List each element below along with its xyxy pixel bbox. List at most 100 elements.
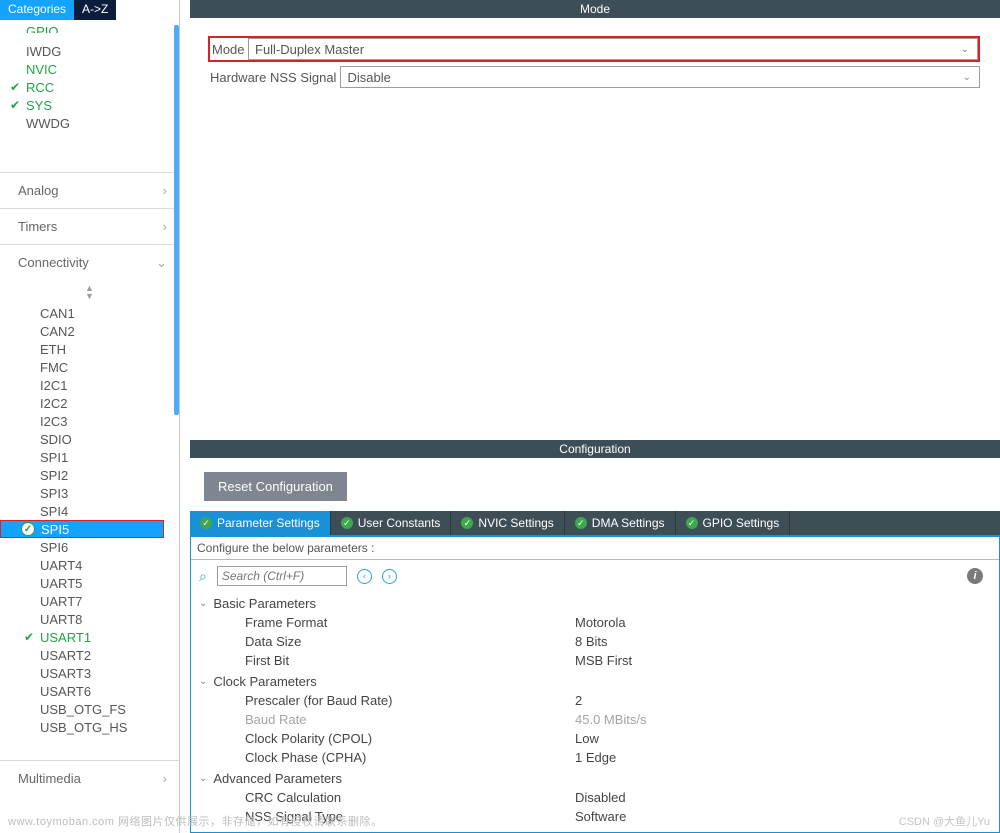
param-name: Baud Rate <box>245 712 575 727</box>
footer-left: www.toymoban.com 网络图片仅供展示，非存储，如有侵权请联系删除。 <box>8 813 382 829</box>
config-tabs: ✓Parameter Settings ✓ User Constants ✓NVIC … <box>190 511 1000 535</box>
param-group-header[interactable]: ⌄Advanced Parameters <box>199 769 991 788</box>
sort-icon[interactable]: ▲▼ <box>0 280 179 304</box>
param-group-name: Advanced Parameters <box>213 771 342 786</box>
tab-az[interactable]: A->Z <box>74 0 116 20</box>
chevron-right-icon: › <box>163 183 167 198</box>
section-connectivity[interactable]: Connectivity ⌄ <box>0 244 179 280</box>
chevron-down-icon: ⌄ <box>156 255 167 271</box>
sidebar-item-iwdg[interactable]: IWDG <box>26 42 179 60</box>
param-row[interactable]: Frame FormatMotorola <box>199 613 991 632</box>
config-tab-label: User Constants <box>358 516 441 530</box>
tab-categories[interactable]: Categories <box>0 0 74 20</box>
sidebar-item-spi2[interactable]: SPI2 <box>40 466 179 484</box>
sidebar-item-usart1[interactable]: ✔USART1 <box>40 628 179 646</box>
param-row[interactable]: Data Size8 Bits <box>199 632 991 651</box>
section-timers-label: Timers <box>18 219 57 234</box>
sidebar-item-uart4[interactable]: UART4 <box>40 556 179 574</box>
sidebar-item-label: NVIC <box>26 62 57 77</box>
sidebar-item-label: SPI2 <box>40 468 68 483</box>
info-icon[interactable]: i <box>967 568 983 584</box>
config-tab-nvic-settings[interactable]: ✓NVIC Settings <box>451 511 564 535</box>
reset-configuration-button[interactable]: Reset Configuration <box>204 472 347 501</box>
chevron-down-icon: ⌄ <box>963 72 971 83</box>
config-tab-user-constants[interactable]: ✓ User Constants <box>331 511 452 535</box>
sidebar-item-label: I2C1 <box>40 378 67 393</box>
search-next-button[interactable]: › <box>382 569 397 584</box>
chevron-right-icon: › <box>163 219 167 234</box>
sidebar-item-i2c2[interactable]: I2C2 <box>40 394 179 412</box>
param-row[interactable]: CRC CalculationDisabled <box>199 788 991 807</box>
param-name: First Bit <box>245 653 575 668</box>
sidebar-item-label: CAN2 <box>40 324 75 339</box>
sidebar-item-spi6[interactable]: SPI6 <box>40 538 179 556</box>
sidebar-item-i2c1[interactable]: I2C1 <box>40 376 179 394</box>
sidebar-item-usart2[interactable]: USART2 <box>40 646 179 664</box>
sidebar-item-can2[interactable]: CAN2 <box>40 322 179 340</box>
config-header: Configuration <box>190 440 1000 458</box>
sidebar-item-wwdg[interactable]: WWDG <box>26 114 179 132</box>
section-analog[interactable]: Analog › <box>0 172 179 208</box>
sidebar-item-uart5[interactable]: UART5 <box>40 574 179 592</box>
param-group-header[interactable]: ⌄ Basic Parameters <box>199 594 991 613</box>
section-multimedia[interactable]: Multimedia › <box>0 760 179 796</box>
param-name: Prescaler (for Baud Rate) <box>245 693 575 708</box>
sidebar-item-usb_otg_fs[interactable]: USB_OTG_FS <box>40 700 179 718</box>
footer-right: CSDN @大鱼儿Yu <box>899 813 990 829</box>
sidebar-item-sdio[interactable]: SDIO <box>40 430 179 448</box>
sidebar-scrollbar[interactable] <box>174 25 179 833</box>
sidebar-item-gpio[interactable]: GPIO <box>26 24 179 42</box>
sidebar-item-label: SDIO <box>40 432 72 447</box>
sidebar-item-label: RCC <box>26 80 54 95</box>
param-group-header[interactable]: ⌄Clock Parameters <box>199 672 991 691</box>
sidebar-item-spi4[interactable]: SPI4 <box>40 502 179 520</box>
sidebar-item-rcc[interactable]: ✔RCC <box>26 78 179 96</box>
nss-select[interactable]: Disable ⌄ <box>340 66 980 88</box>
param-group-name: Basic Parameters <box>213 596 316 611</box>
search-input[interactable] <box>217 566 347 586</box>
param-row[interactable]: Clock Phase (CPHA)1 Edge <box>199 748 991 767</box>
sidebar-item-fmc[interactable]: FMC <box>40 358 179 376</box>
mode-body: Mode Full-Duplex Master ⌄ Hardware NSS S… <box>190 18 1000 96</box>
param-row[interactable]: Clock Polarity (CPOL)Low <box>199 729 991 748</box>
sidebar-item-label: UART4 <box>40 558 82 573</box>
sidebar-item-label: I2C3 <box>40 414 67 429</box>
param-row[interactable]: First BitMSB First <box>199 651 991 670</box>
search-prev-button[interactable]: ‹ <box>357 569 372 584</box>
sidebar-item-sys[interactable]: ✔SYS <box>26 96 179 114</box>
check-circle-icon: ✓ <box>686 517 698 529</box>
sidebar-item-uart7[interactable]: UART7 <box>40 592 179 610</box>
sidebar-item-uart8[interactable]: UART8 <box>40 610 179 628</box>
sidebar-item-nvic[interactable]: NVIC <box>26 60 179 78</box>
sidebar-item-usb_otg_hs[interactable]: USB_OTG_HS <box>40 718 179 736</box>
sidebar-item-label: USB_OTG_HS <box>40 720 127 735</box>
config-body: Reset Configuration ✓Parameter Settings✓… <box>190 458 1000 833</box>
param-row[interactable]: Baud Rate45.0 MBits/s <box>199 710 991 729</box>
mode-select[interactable]: Full-Duplex Master ⌄ <box>248 38 978 60</box>
sidebar-item-can1[interactable]: CAN1 <box>40 304 179 322</box>
sidebar-item-label: UART8 <box>40 612 82 627</box>
sidebar-item-label: SPI6 <box>40 540 68 555</box>
chevron-right-icon: › <box>163 771 167 786</box>
sidebar-item-label: WWDG <box>26 116 70 131</box>
sidebar-item-spi1[interactable]: SPI1 <box>40 448 179 466</box>
sidebar-item-i2c3[interactable]: I2C3 <box>40 412 179 430</box>
sidebar-item-label: SPI3 <box>40 486 68 501</box>
sidebar-item-label: ETH <box>40 342 66 357</box>
chevron-down-icon: ⌄ <box>199 598 207 609</box>
sidebar-item-spi3[interactable]: SPI3 <box>40 484 179 502</box>
sidebar-item-usart6[interactable]: USART6 <box>40 682 179 700</box>
sidebar-item-eth[interactable]: ETH <box>40 340 179 358</box>
sidebar-item-usart3[interactable]: USART3 <box>40 664 179 682</box>
sidebar-item-spi5[interactable]: ✓SPI5 <box>0 520 164 538</box>
param-value: 8 Bits <box>575 634 608 649</box>
check-circle-icon: ✓ <box>341 517 353 529</box>
param-name: Frame Format <box>245 615 575 630</box>
config-tab-gpio-settings[interactable]: ✓GPIO Settings <box>676 511 791 535</box>
config-tab-dma-settings[interactable]: ✓DMA Settings <box>565 511 676 535</box>
config-tab-parameter-settings[interactable]: ✓Parameter Settings <box>190 511 331 535</box>
section-timers[interactable]: Timers › <box>0 208 179 244</box>
param-name: CRC Calculation <box>245 790 575 805</box>
search-icon: ⌕ <box>199 568 207 585</box>
param-row[interactable]: Prescaler (for Baud Rate)2 <box>199 691 991 710</box>
